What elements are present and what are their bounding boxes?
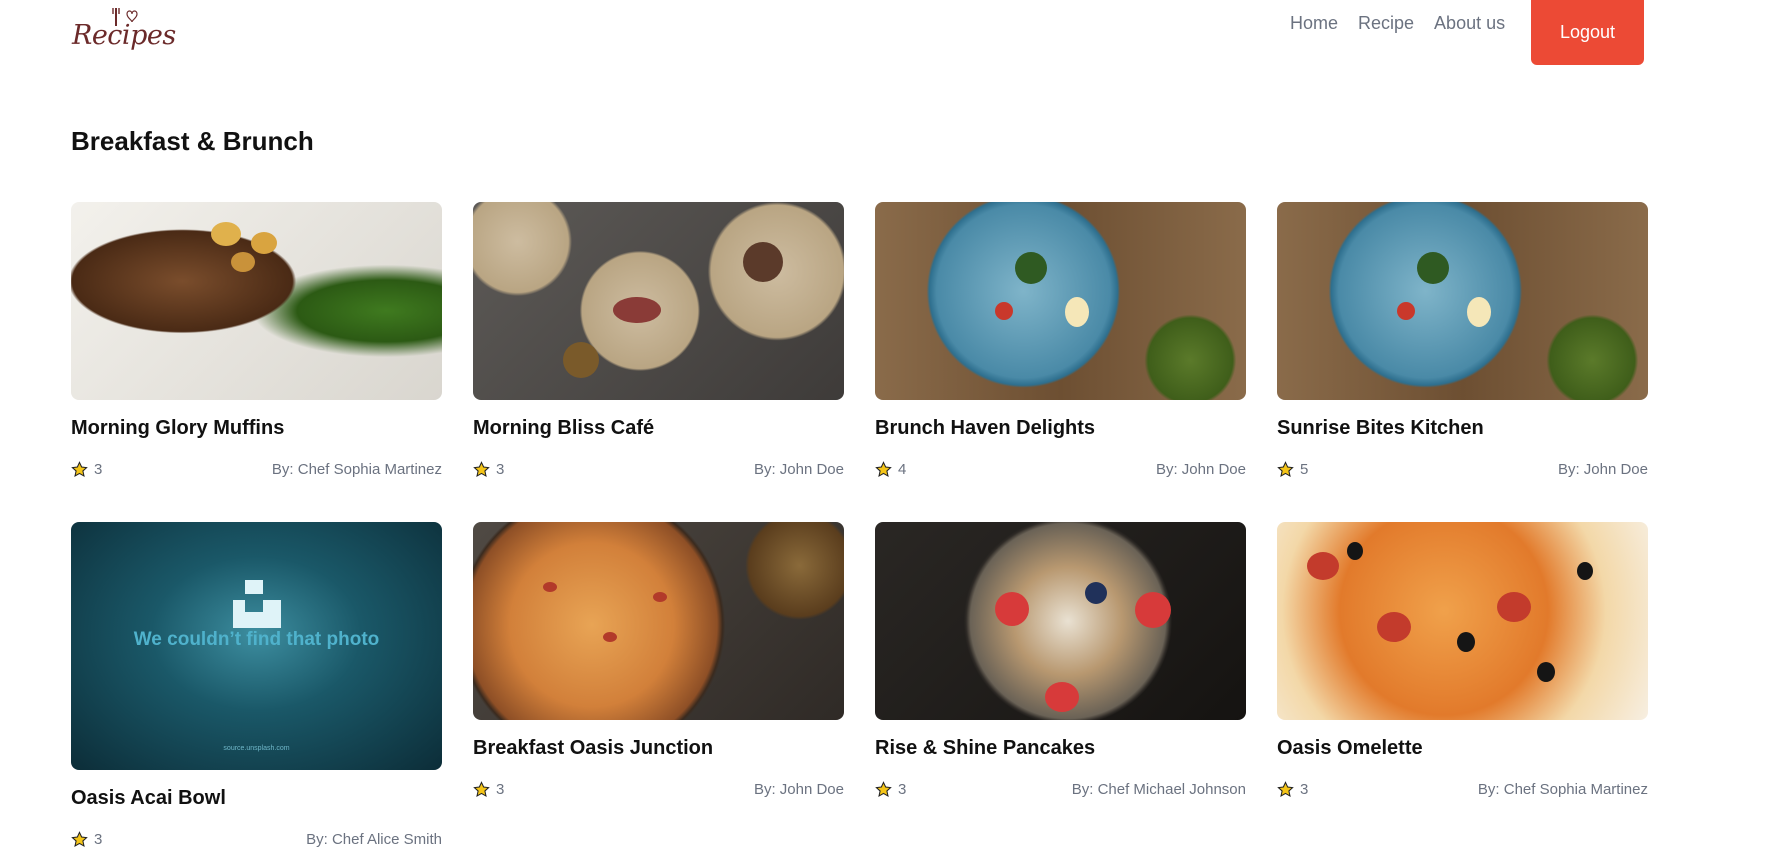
- recipe-meta: 3 By: Chef Sophia Martinez: [71, 461, 442, 478]
- recipe-meta: 4 By: John Doe: [875, 461, 1246, 478]
- recipe-author: By: Chef Sophia Martinez: [271, 461, 442, 478]
- recipe-image[interactable]: We couldn’t find that photo source.unspl…: [71, 522, 442, 770]
- recipe-author: By: John Doe: [753, 461, 844, 478]
- image-source-text: source.unsplash.com: [223, 745, 290, 752]
- recipe-image[interactable]: [875, 522, 1246, 720]
- recipe-title[interactable]: Morning Glory Muffins: [71, 416, 442, 440]
- recipe-title[interactable]: Oasis Omelette: [1277, 736, 1648, 760]
- recipe-image[interactable]: [473, 202, 844, 400]
- recipes-logo[interactable]: Recipes: [72, 6, 176, 62]
- recipe-card[interactable]: Rise & Shine Pancakes 3 By: Chef Michael…: [875, 522, 1246, 798]
- nav-recipe[interactable]: Recipe: [1358, 13, 1414, 34]
- rating-value: 3: [94, 461, 103, 478]
- nav-about-us[interactable]: About us: [1434, 13, 1505, 34]
- logout-button[interactable]: Logout: [1531, 0, 1644, 65]
- rating-value: 3: [94, 831, 103, 848]
- rating: 3: [71, 831, 102, 848]
- unsplash-logo-icon: [233, 580, 281, 628]
- recipe-card[interactable]: Brunch Haven Delights 4 By: John Doe: [875, 202, 1246, 478]
- recipe-meta: 5 By: John Doe: [1277, 461, 1648, 478]
- rating: 3: [71, 461, 102, 478]
- recipe-image[interactable]: [1277, 522, 1648, 720]
- recipe-title[interactable]: Rise & Shine Pancakes: [875, 736, 1246, 760]
- recipe-card[interactable]: Morning Glory Muffins 3 By: Chef Sophia …: [71, 202, 442, 478]
- rating: 3: [473, 461, 504, 478]
- rating-value: 3: [496, 461, 505, 478]
- recipe-card[interactable]: Sunrise Bites Kitchen 5 By: John Doe: [1277, 202, 1648, 478]
- recipe-title[interactable]: Breakfast Oasis Junction: [473, 736, 844, 760]
- recipe-title[interactable]: Morning Bliss Café: [473, 416, 844, 440]
- main-nav: Home Recipe About us: [1290, 0, 1525, 46]
- rating-value: 3: [1300, 781, 1309, 798]
- recipe-meta: 3 By: John Doe: [473, 781, 844, 798]
- top-navbar: Recipes Home Recipe About us Logout: [0, 0, 1766, 70]
- star-icon: [71, 461, 88, 477]
- star-icon: [1277, 781, 1294, 797]
- rating-value: 3: [496, 781, 505, 798]
- rating-value: 3: [898, 781, 907, 798]
- rating-value: 5: [1300, 461, 1309, 478]
- rating: 3: [1277, 781, 1308, 798]
- rating: 3: [875, 781, 906, 798]
- star-icon: [875, 781, 892, 797]
- recipe-card[interactable]: We couldn’t find that photo source.unspl…: [71, 522, 442, 848]
- recipe-author: By: Chef Sophia Martinez: [1477, 781, 1648, 798]
- rating: 5: [1277, 461, 1308, 478]
- recipe-title[interactable]: Brunch Haven Delights: [875, 416, 1246, 440]
- star-icon: [1277, 461, 1294, 477]
- recipe-meta: 3 By: Chef Alice Smith: [71, 831, 442, 848]
- recipe-image[interactable]: [473, 522, 844, 720]
- recipe-title[interactable]: Oasis Acai Bowl: [71, 786, 442, 810]
- star-icon: [473, 461, 490, 477]
- section-title: Breakfast & Brunch: [71, 126, 314, 156]
- star-icon: [473, 781, 490, 797]
- image-error-text: We couldn’t find that photo: [133, 629, 380, 650]
- recipe-meta: 3 By: Chef Sophia Martinez: [1277, 781, 1648, 798]
- recipe-card[interactable]: Breakfast Oasis Junction 3 By: John Doe: [473, 522, 844, 798]
- recipe-author: By: Chef Alice Smith: [306, 831, 442, 848]
- rating: 4: [875, 461, 906, 478]
- recipe-card[interactable]: Morning Bliss Café 3 By: John Doe: [473, 202, 844, 478]
- recipe-title[interactable]: Sunrise Bites Kitchen: [1277, 416, 1648, 440]
- rating: 3: [473, 781, 504, 798]
- recipe-image[interactable]: [875, 202, 1246, 400]
- recipe-meta: 3 By: Chef Michael Johnson: [875, 781, 1246, 798]
- recipe-author: By: John Doe: [1557, 461, 1648, 478]
- star-icon: [875, 461, 892, 477]
- recipe-meta: 3 By: John Doe: [473, 461, 844, 478]
- recipe-author: By: John Doe: [1155, 461, 1246, 478]
- recipe-author: By: Chef Michael Johnson: [1071, 781, 1246, 798]
- star-icon: [71, 831, 88, 847]
- recipe-image[interactable]: [71, 202, 442, 400]
- nav-home[interactable]: Home: [1290, 13, 1338, 34]
- recipe-image[interactable]: [1277, 202, 1648, 400]
- recipe-author: By: John Doe: [753, 781, 844, 798]
- rating-value: 4: [898, 461, 907, 478]
- fork-heart-icon: [112, 8, 138, 26]
- recipe-card[interactable]: Oasis Omelette 3 By: Chef Sophia Martine…: [1277, 522, 1648, 798]
